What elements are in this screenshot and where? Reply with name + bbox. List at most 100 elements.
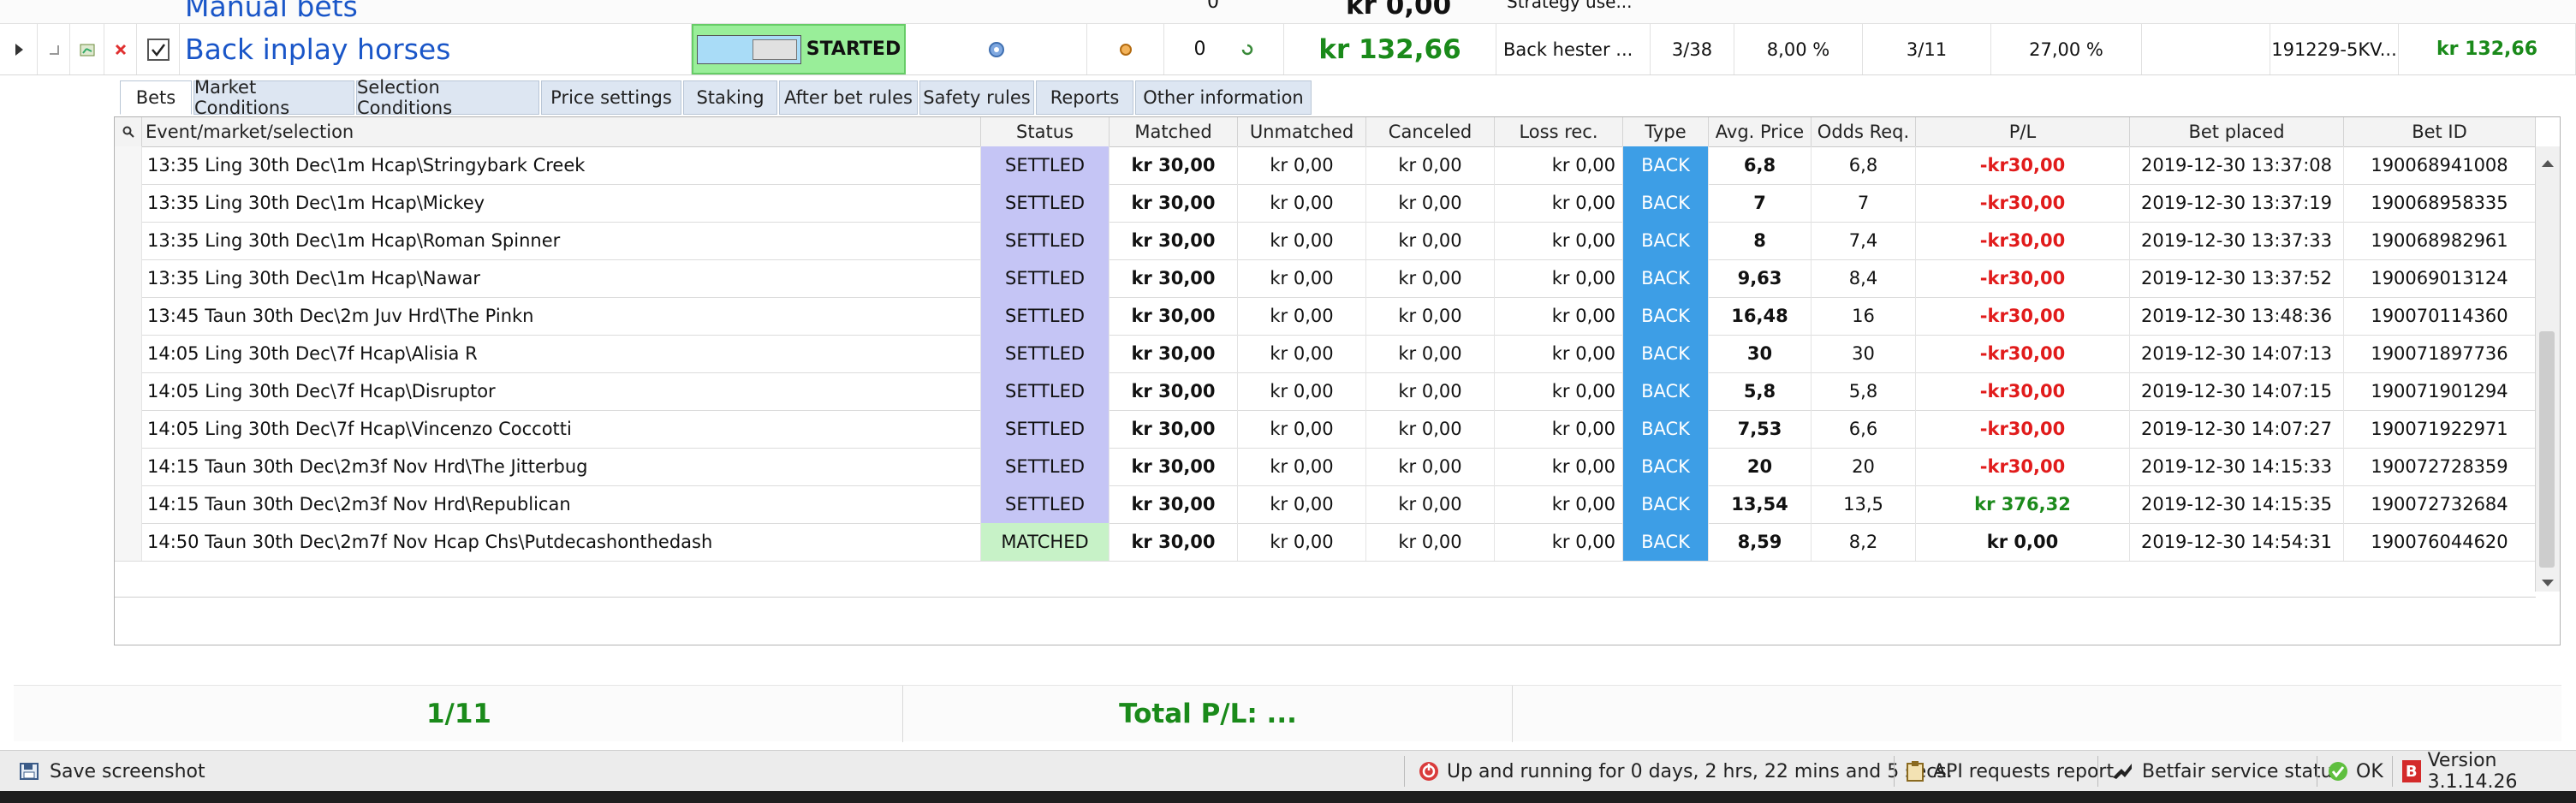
bet-unmatched: kr 0,00	[1238, 146, 1366, 184]
col-matched[interactable]: Matched	[1110, 117, 1238, 146]
bet-unmatched: kr 0,00	[1238, 297, 1366, 335]
bet-matched: kr 30,00	[1110, 410, 1238, 448]
table-row[interactable]: 13:35 Ling 30th Dec\1m Hcap\Mickey SETTLE…	[115, 184, 2536, 223]
row-selector[interactable]	[115, 146, 142, 184]
bet-placed: 2019-12-30 13:37:19	[2130, 184, 2344, 222]
bet-status: SETTLED	[981, 146, 1110, 184]
bet-id: 190071901294	[2344, 372, 2536, 410]
tab-staking[interactable]: Staking	[683, 80, 777, 115]
row-selector[interactable]	[115, 259, 142, 297]
bet-event: 13:35 Ling 30th Dec\1m Hcap\Roman Spinne…	[142, 222, 981, 259]
row-selector[interactable]	[115, 523, 142, 561]
bet-canceled: kr 0,00	[1366, 146, 1495, 184]
col-status[interactable]: Status	[981, 117, 1110, 146]
bet-loss-rec: kr 0,00	[1495, 184, 1623, 222]
col-event[interactable]: Event/market/selection	[142, 117, 981, 146]
table-row[interactable]: 14:05 Ling 30th Dec\7f Hcap\Disruptor SET…	[115, 372, 2536, 411]
toggle-switch[interactable]	[696, 34, 801, 64]
bet-pl: -kr30,00	[1916, 335, 2130, 372]
tab-selection-conditions[interactable]: Selection Conditions	[356, 77, 539, 118]
settings-gear-icon[interactable]	[906, 24, 1087, 74]
scroll-up-arrow-icon[interactable]	[2541, 155, 2555, 171]
table-row[interactable]: 13:35 Ling 30th Dec\1m Hcap\Nawar SETTLED…	[115, 259, 2536, 298]
col-pl[interactable]: P/L	[1916, 117, 2130, 146]
col-bet-placed[interactable]: Bet placed	[2130, 117, 2344, 146]
bet-placed: 2019-12-30 14:07:13	[2130, 335, 2344, 372]
bet-matched: kr 30,00	[1110, 146, 1238, 184]
table-row[interactable]: 13:45 Taun 30th Dec\2m Juv Hrd\The Pinkn…	[115, 297, 2536, 336]
clipboard-icon	[1907, 761, 1924, 782]
chart-icon[interactable]	[70, 24, 104, 74]
bet-loss-rec: kr 0,00	[1495, 410, 1623, 448]
bet-avg-price: 7,53	[1709, 410, 1812, 448]
tab-market-conditions[interactable]: Market Conditions	[193, 77, 354, 118]
row-selector[interactable]	[115, 410, 142, 448]
col-loss-rec[interactable]: Loss rec.	[1495, 117, 1623, 146]
start-stop-toggle[interactable]: STARTED	[692, 24, 906, 74]
betfair-service-status-button[interactable]: Betfair service status	[2111, 751, 2342, 792]
tab-price-settings[interactable]: Price settings	[541, 80, 681, 115]
row-selector[interactable]	[115, 297, 142, 335]
table-row[interactable]: 14:15 Taun 30th Dec\2m3f Nov Hrd\Republi…	[115, 485, 2536, 524]
bet-loss-rec: kr 0,00	[1495, 222, 1623, 259]
strategy-type: Back hester ...	[1496, 24, 1651, 74]
bet-event: 14:15 Taun 30th Dec\2m3f Nov Hrd\Republi…	[142, 485, 981, 523]
delete-icon[interactable]	[104, 24, 137, 74]
tab-other-information[interactable]: Other information	[1135, 80, 1312, 115]
tab-reports[interactable]: Reports	[1036, 80, 1133, 115]
bet-unmatched: kr 0,00	[1238, 259, 1366, 297]
bet-pl: -kr30,00	[1916, 448, 2130, 485]
row-selector[interactable]	[115, 372, 142, 410]
table-row[interactable]: 14:05 Ling 30th Dec\7f Hcap\Alisia R SETT…	[115, 335, 2536, 373]
save-screenshot-button[interactable]: Save screenshot	[19, 751, 205, 792]
table-row[interactable]: 13:35 Ling 30th Dec\1m Hcap\Stringybark …	[115, 146, 2536, 185]
table-row[interactable]: 14:05 Ling 30th Dec\7f Hcap\Vincenzo Coc…	[115, 410, 2536, 449]
bet-unmatched: kr 0,00	[1238, 410, 1366, 448]
bet-placed: 2019-12-30 13:37:33	[2130, 222, 2344, 259]
row-selector[interactable]	[115, 222, 142, 259]
bet-id: 190068941008	[2344, 146, 2536, 184]
bet-type: BACK	[1623, 184, 1709, 222]
expand-arrow-icon[interactable]	[0, 24, 38, 74]
pin-icon[interactable]	[1087, 24, 1164, 74]
tab-safety-rules[interactable]: Safety rules	[919, 80, 1034, 115]
bet-event: 14:15 Taun 30th Dec\2m3f Nov Hrd\The Jit…	[142, 448, 981, 485]
api-requests-button[interactable]: API requests report	[1906, 751, 2114, 792]
bet-pl: -kr30,00	[1916, 410, 2130, 448]
bet-event: 14:05 Ling 30th Dec\7f Hcap\Vincenzo Coc…	[142, 410, 981, 448]
tab-bets[interactable]: Bets	[120, 80, 192, 115]
row-selector[interactable]	[115, 485, 142, 523]
col-odds-req[interactable]: Odds Req.	[1812, 117, 1916, 146]
strategy-row-manual-bets[interactable]: Manual bets kr 0,00 0 Strategy use...	[0, 0, 2576, 24]
table-row[interactable]: 14:15 Taun 30th Dec\2m3f Nov Hrd\The Jit…	[115, 448, 2536, 486]
tab-after-bet-rules[interactable]: After bet rules	[779, 80, 918, 115]
strategy-row-back-inplay[interactable]: Back inplay horses STARTED 0 kr 132,66 B…	[0, 24, 2576, 75]
col-bet-id[interactable]: Bet ID	[2344, 117, 2536, 146]
col-unmatched[interactable]: Unmatched	[1238, 117, 1366, 146]
table-row[interactable]: 13:35 Ling 30th Dec\1m Hcap\Roman Spinne…	[115, 222, 2536, 260]
bet-placed: 2019-12-30 14:15:35	[2130, 485, 2344, 523]
bet-matched: kr 30,00	[1110, 523, 1238, 561]
scroll-down-arrow-icon[interactable]	[2541, 574, 2555, 591]
bet-loss-rec: kr 0,00	[1495, 372, 1623, 410]
col-type[interactable]: Type	[1623, 117, 1709, 146]
scroll-thumb[interactable]	[2539, 331, 2555, 568]
vertical-scrollbar[interactable]	[2535, 146, 2560, 592]
col-canceled[interactable]: Canceled	[1366, 117, 1495, 146]
row-selector[interactable]	[115, 448, 142, 485]
bet-status: SETTLED	[981, 410, 1110, 448]
grid-header: Event/market/selection Status Matched Un…	[115, 117, 2536, 147]
bet-loss-rec: kr 0,00	[1495, 523, 1623, 561]
version-info[interactable]: B Version 3.1.14.26	[2402, 750, 2576, 793]
bet-odds-req: 6,8	[1812, 146, 1916, 184]
table-row[interactable]: 14:50 Taun 30th Dec\2m7f Nov Hcap Chs\Pu…	[115, 523, 2536, 562]
row-selector[interactable]	[115, 335, 142, 372]
search-icon[interactable]	[115, 117, 142, 146]
row-selector[interactable]	[115, 184, 142, 222]
bet-matched: kr 30,00	[1110, 222, 1238, 259]
col-avg-price[interactable]: Avg. Price	[1709, 117, 1812, 146]
bet-id: 190068982961	[2344, 222, 2536, 259]
enable-checkbox[interactable]	[137, 24, 180, 74]
strategy-id: 191229-5KV...	[2270, 24, 2399, 74]
status-bar: Save screenshot Up and running for 0 day…	[0, 750, 2576, 793]
